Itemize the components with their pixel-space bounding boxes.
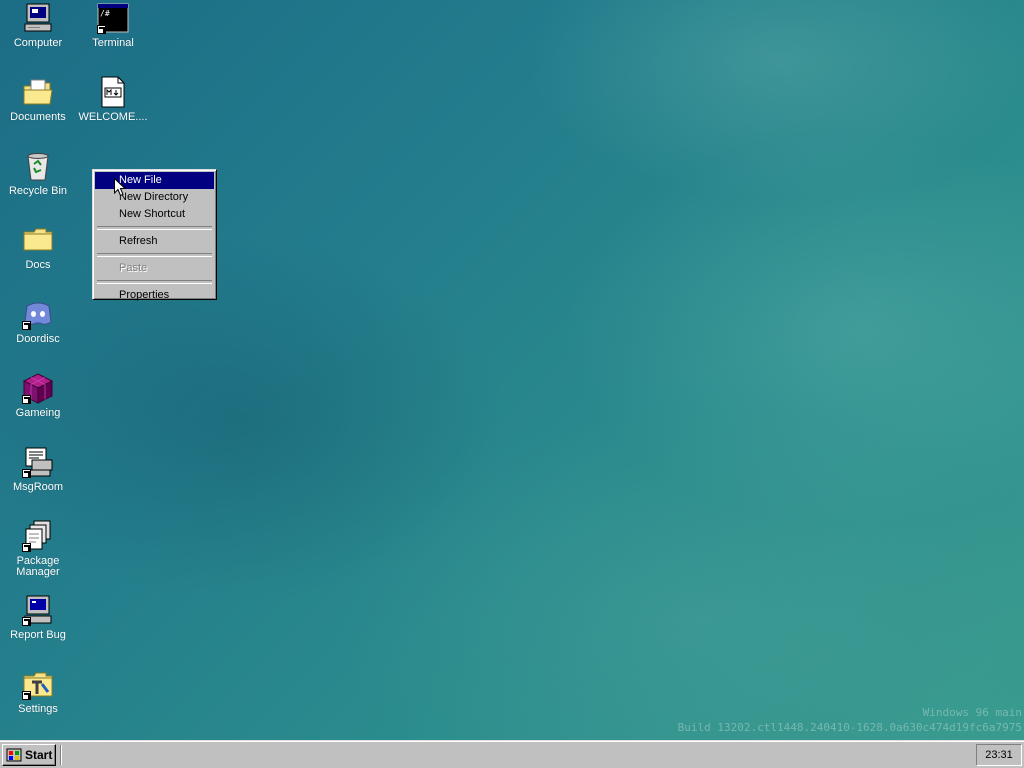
desktop[interactable]: Computer /# Terminal Documents WELCOME..… — [0, 0, 1024, 740]
desktop-icon-label: Report Bug — [10, 629, 66, 641]
desktop-icon-computer[interactable]: Computer — [0, 2, 76, 49]
desktop-icon-label: Package Manager — [16, 555, 60, 578]
watermark-os-name: Windows 96 main — [922, 706, 1022, 719]
settings-icon — [22, 668, 54, 700]
shortcut-arrow-icon — [22, 321, 31, 330]
desktop-icon-report-bug[interactable]: Report Bug — [0, 594, 76, 641]
menu-separator — [97, 226, 212, 230]
desktop-icon-label: Recycle Bin — [8, 185, 68, 197]
start-button[interactable]: Start — [2, 744, 56, 766]
shortcut-arrow-icon — [22, 469, 31, 478]
system-tray[interactable]: 23:31 — [976, 744, 1022, 766]
desktop-icon-label: Gameing — [15, 407, 61, 419]
shortcut-arrow-icon — [22, 691, 31, 700]
computer-icon — [22, 2, 54, 34]
menu-item-paste: Paste — [119, 262, 148, 274]
desktop-icon-terminal[interactable]: /# Terminal — [75, 2, 151, 49]
documents-folder-icon — [22, 76, 54, 108]
menu-separator — [97, 253, 212, 257]
desktop-icon-documents[interactable]: Documents — [0, 76, 76, 123]
menu-item-refresh[interactable]: Refresh — [95, 233, 214, 250]
taskbar: Start 23:31 — [0, 740, 1024, 768]
menu-item-new-directory[interactable]: New Directory — [95, 189, 214, 206]
desktop-icon-label: Docs — [25, 259, 51, 271]
doordisc-icon — [22, 298, 54, 330]
start-logo-icon — [6, 748, 22, 762]
shortcut-arrow-icon — [22, 617, 31, 626]
desktop-icon-gameing[interactable]: Gameing — [0, 372, 76, 419]
mouse-cursor-icon — [114, 178, 126, 197]
shortcut-arrow-icon — [97, 25, 106, 34]
desktop-icon-package-manager[interactable]: Package Manager — [0, 520, 76, 578]
desktop-icon-msgroom[interactable]: MsgRoom — [0, 446, 76, 493]
shortcut-arrow-icon — [22, 395, 31, 404]
menu-item-properties[interactable]: Properties — [95, 287, 214, 304]
package-manager-icon — [22, 520, 54, 552]
desktop-icon-label: Settings — [18, 703, 58, 715]
terminal-prompt-glyph: /# — [100, 9, 110, 18]
desktop-icon-label: Doordisc — [16, 333, 60, 345]
desktop-icon-welcome[interactable]: WELCOME.... — [75, 76, 151, 123]
folder-icon — [22, 224, 54, 256]
desktop-context-menu: New File New Directory New Shortcut Refr… — [92, 169, 217, 301]
desktop-icon-label: Terminal — [92, 37, 134, 49]
desktop-icon-label: Computer — [13, 37, 63, 49]
tray-clock[interactable]: 23:31 — [985, 749, 1013, 761]
build-watermark: Windows 96 main Build 13202.ctl1448.2404… — [678, 705, 1022, 735]
terminal-icon: /# — [97, 2, 129, 34]
markdown-file-icon — [97, 76, 129, 108]
taskbar-divider — [60, 745, 62, 765]
game-cube-icon — [22, 372, 54, 404]
menu-item-new-shortcut[interactable]: New Shortcut — [95, 206, 214, 223]
shortcut-arrow-icon — [22, 543, 31, 552]
desktop-icon-settings[interactable]: Settings — [0, 668, 76, 715]
menu-separator — [97, 280, 212, 284]
desktop-icon-label: Documents — [10, 111, 66, 123]
start-button-label: Start — [25, 748, 53, 762]
desktop-icon-recycle-bin[interactable]: Recycle Bin — [0, 150, 76, 197]
desktop-icon-label: WELCOME.... — [78, 111, 148, 123]
report-bug-icon — [22, 594, 54, 626]
recycle-bin-icon — [22, 150, 54, 182]
msgroom-icon — [22, 446, 54, 478]
desktop-icon-doordisc[interactable]: Doordisc — [0, 298, 76, 345]
watermark-build-string: Build 13202.ctl1448.240410-1628.0a630c47… — [677, 721, 1022, 734]
desktop-icon-docs[interactable]: Docs — [0, 224, 76, 271]
menu-item-new-file[interactable]: New File — [95, 172, 214, 189]
desktop-icon-label: MsgRoom — [12, 481, 64, 493]
